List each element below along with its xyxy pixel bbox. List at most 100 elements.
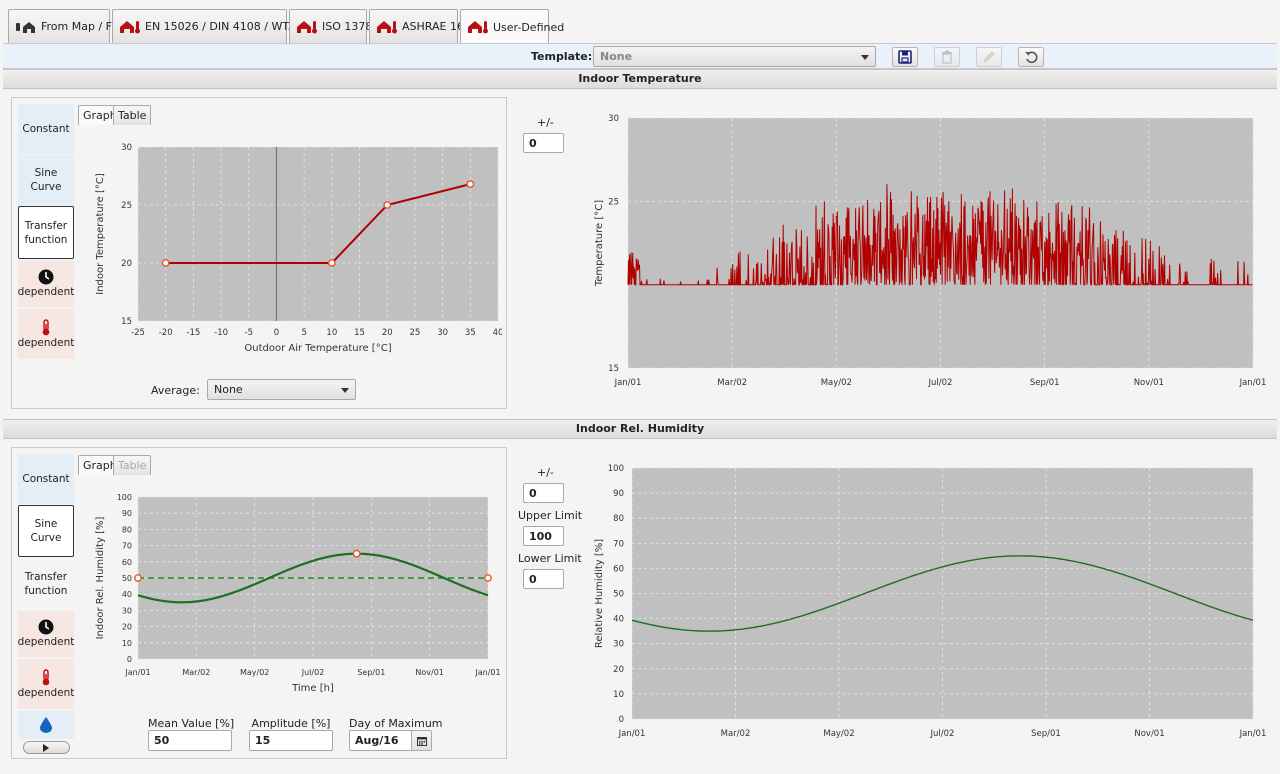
amplitude-label: Amplitude [%]: [251, 717, 331, 730]
chevron-down-icon: [341, 387, 349, 393]
delete-template-button[interactable]: [934, 47, 960, 67]
option-label: dependent: [17, 636, 75, 648]
x-tick-label: Nov/01: [1134, 729, 1164, 739]
mean-value-input[interactable]: 50: [148, 730, 232, 751]
trash-icon: [942, 50, 952, 64]
y-tick-label: 30: [613, 640, 624, 650]
option-label: Constant: [22, 123, 70, 135]
calendar-button[interactable]: [411, 731, 431, 750]
x-tick-label: Sep/01: [1031, 729, 1061, 739]
tab-ashrae160[interactable]: ASHRAE 160: [369, 9, 471, 43]
day-of-maximum-value: Aug/16: [355, 734, 399, 747]
temp-offset-label: +/-: [537, 116, 554, 129]
option-label: dependent: [17, 336, 75, 349]
y-tick-label: 40: [122, 590, 132, 599]
rh-offset-label: +/-: [537, 466, 554, 479]
y-axis-title: Indoor Temperature [°C]: [95, 173, 106, 295]
transfer-point: [383, 201, 392, 209]
save-template-button[interactable]: [892, 47, 918, 67]
y-tick-label: 30: [121, 143, 132, 153]
x-tick-label: -5: [245, 328, 253, 338]
house-thermometer-icon: [296, 20, 318, 34]
temp-constant-option[interactable]: Constant: [18, 104, 74, 154]
y-tick-label: 20: [613, 665, 624, 675]
thermometer-icon: [42, 318, 50, 335]
rh-time-dependent-option[interactable]: dependent: [18, 611, 74, 657]
x-tick-label: Mar/02: [717, 378, 747, 388]
y-tick-label: 60: [613, 564, 624, 574]
option-label-line1: Transfer: [24, 571, 68, 583]
x-tick-label: Jan/01: [124, 668, 150, 677]
x-tick-label: -25: [131, 328, 145, 338]
x-axis-title: Time [h]: [291, 683, 334, 694]
rh-transfer-function-option[interactable]: Transfer function: [18, 559, 74, 609]
chevron-down-icon: [861, 54, 869, 60]
side-scroll-button[interactable]: [23, 741, 70, 754]
humidity-settings-panel: Constant Sine Curve Transfer function de…: [11, 447, 507, 759]
x-tick-label: -10: [214, 328, 228, 338]
tab-en15026[interactable]: EN 15026 / DIN 4108 / WTA 6-2: [112, 9, 317, 43]
tab-from-map-file[interactable]: From Map / File: [8, 9, 124, 43]
x-tick-label: -15: [186, 328, 200, 338]
day-of-maximum-input[interactable]: Aug/16: [349, 730, 432, 751]
amplitude-input[interactable]: 15: [249, 730, 333, 751]
rh-temperature-dependent-option[interactable]: dependent: [18, 659, 74, 709]
humidity-sine-chart[interactable]: Jan/01 Mar/02 May/02 Jul/02 Sep/01 Nov/01 Jan/…: [92, 488, 502, 700]
y-tick-label: 15: [121, 317, 132, 327]
y-tick-label: 30: [608, 114, 619, 124]
x-tick-label: Jan/01: [474, 668, 500, 677]
lower-limit-input[interactable]: 0: [523, 569, 564, 589]
tab-user-defined[interactable]: User-Defined: [460, 9, 564, 44]
x-tick-label: 15: [354, 328, 365, 338]
x-tick-label: May/02: [821, 378, 852, 388]
clock-icon: [38, 619, 54, 635]
rh-offset-input[interactable]: 0: [523, 483, 564, 503]
temp-table-tab[interactable]: Table: [113, 105, 152, 125]
y-tick-label: 80: [613, 514, 624, 524]
y-tick-label: 30: [122, 606, 132, 615]
option-label: Sine Curve: [30, 167, 62, 193]
template-select[interactable]: None: [593, 46, 876, 67]
y-tick-label: 90: [122, 509, 132, 518]
option-label: Sine Curve: [30, 518, 62, 544]
y-tick-label: 10: [122, 639, 132, 648]
indoor-humidity-header: Indoor Rel. Humidity: [3, 419, 1277, 439]
y-tick-label: 50: [122, 574, 132, 583]
x-tick-label: Nov/01: [415, 668, 444, 677]
x-tick-label: 25: [410, 328, 421, 338]
edit-template-button[interactable]: [976, 47, 1002, 67]
option-label: Constant: [22, 473, 70, 485]
reset-template-button[interactable]: [1018, 47, 1044, 67]
house-thermometer-icon: [119, 20, 141, 34]
x-tick-label: Sep/01: [1030, 378, 1060, 388]
temp-time-dependent-option[interactable]: dependent: [18, 261, 74, 307]
y-tick-label: 80: [122, 525, 132, 534]
temp-offset-input[interactable]: 0: [523, 133, 564, 153]
indoor-temperature-chart: Jan/01 Mar/02 May/02 Jul/02 Sep/01 Nov/01 Jan/…: [594, 114, 1266, 388]
rh-moisture-dependent-option[interactable]: [18, 711, 74, 739]
temp-sine-option[interactable]: Sine Curve: [18, 155, 74, 205]
rh-constant-option[interactable]: Constant: [18, 454, 74, 504]
y-tick-label: 40: [613, 615, 624, 625]
x-tick-label: -20: [159, 328, 173, 338]
x-tick-label: May/02: [240, 668, 269, 677]
water-drop-icon: [40, 717, 52, 733]
x-axis-title: Outdoor Air Temperature [°C]: [244, 343, 391, 354]
template-bar: Template: None: [3, 43, 1277, 69]
template-select-value: None: [600, 50, 633, 63]
transfer-function-chart[interactable]: -25 -20 -15 -10 -5 0 5 10 15 20 25 30 35 40 15 20 25 30 Ou…: [92, 138, 502, 363]
average-select[interactable]: None: [207, 379, 356, 400]
clock-icon: [38, 269, 54, 285]
x-tick-label: Mar/02: [182, 668, 210, 677]
temp-temperature-dependent-option[interactable]: dependent: [18, 309, 74, 359]
mean-handle-left: [134, 574, 142, 582]
x-tick-label: 30: [437, 328, 448, 338]
temp-transfer-function-option[interactable]: Transfer function: [18, 206, 74, 259]
tab-iso13788[interactable]: ISO 13788: [289, 9, 379, 43]
upper-limit-input[interactable]: 100: [523, 526, 564, 546]
y-tick-label: 0: [127, 655, 132, 664]
house-thermometer-icon: [376, 20, 398, 34]
x-tick-label: Sep/01: [357, 668, 385, 677]
rh-sine-option[interactable]: Sine Curve: [18, 505, 74, 557]
y-tick-label: 15: [608, 364, 619, 374]
